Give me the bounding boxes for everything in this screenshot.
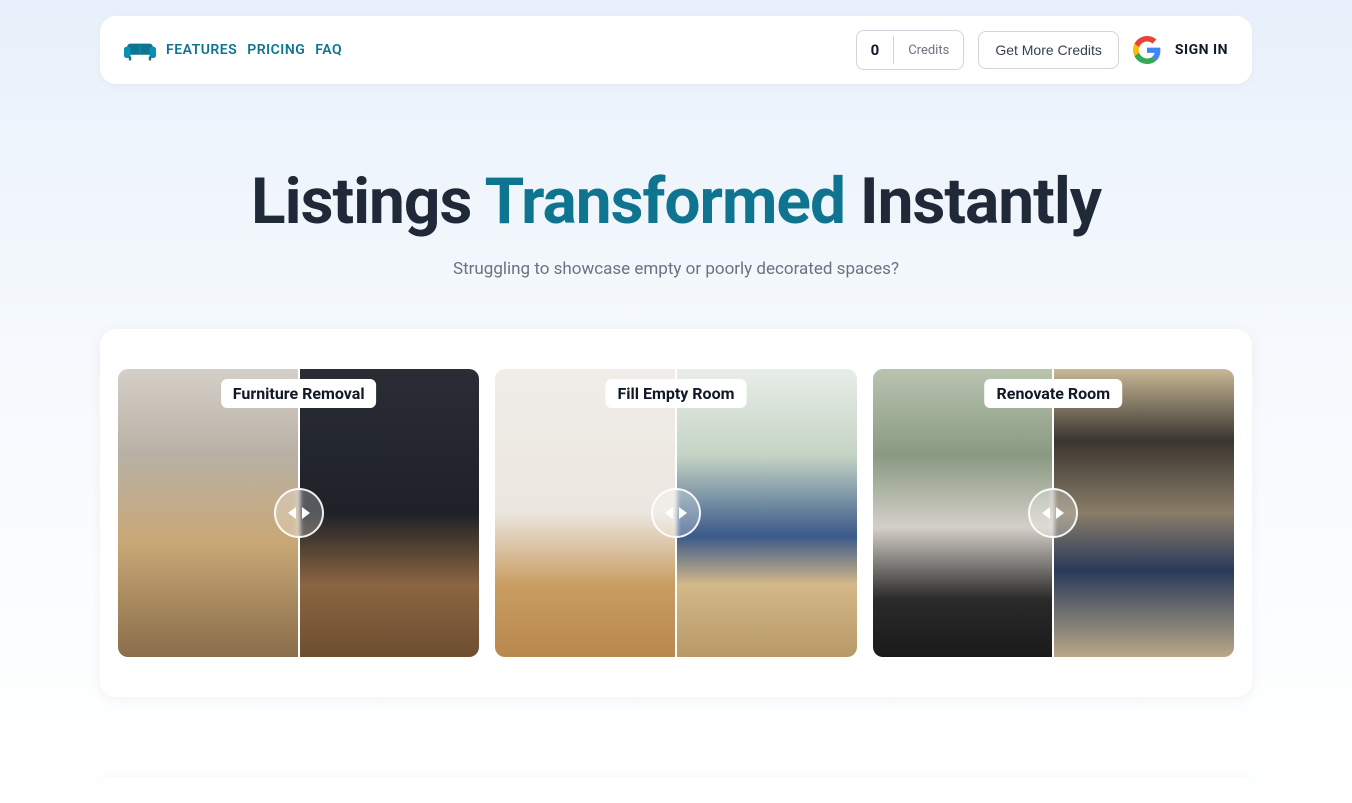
next-section-peek [100, 777, 1252, 787]
google-icon[interactable] [1133, 36, 1161, 64]
hero-title: Listings Transformed Instantly [100, 164, 1252, 239]
hero-subtitle: Struggling to showcase empty or poorly d… [100, 259, 1252, 279]
after-image [300, 369, 480, 657]
card-renovate-room[interactable]: Renovate Room [873, 369, 1234, 657]
before-image [873, 369, 1053, 657]
credits-count: 0 [857, 36, 895, 64]
card-label: Fill Empty Room [606, 379, 747, 408]
nav-link-faq[interactable]: FAQ [315, 42, 342, 58]
credits-display: 0 Credits [856, 30, 965, 70]
after-image [1054, 369, 1234, 657]
hero-title-part2: Instantly [845, 164, 1101, 239]
get-more-credits-button[interactable]: Get More Credits [978, 31, 1119, 69]
hero-title-accent: Transformed [485, 164, 845, 239]
hero-title-part1: Listings [251, 164, 485, 239]
comparison-slider-handle[interactable] [651, 488, 701, 538]
nav-right: 0 Credits Get More Credits SIGN IN [856, 30, 1228, 70]
hero-section: Listings Transformed Instantly Strugglin… [100, 164, 1252, 279]
comparison-cards-panel: Furniture Removal Fill Empty Room [100, 329, 1252, 697]
sofa-logo-icon[interactable] [124, 38, 156, 62]
comparison-slider-handle[interactable] [274, 488, 324, 538]
nav-left: FEATURES PRICING FAQ [124, 38, 342, 62]
before-image [118, 369, 298, 657]
nav-link-features[interactable]: FEATURES [166, 42, 237, 58]
credits-label: Credits [894, 43, 963, 58]
card-label: Furniture Removal [221, 379, 377, 408]
nav-link-pricing[interactable]: PRICING [247, 42, 305, 58]
card-label: Renovate Room [985, 379, 1123, 408]
before-image [495, 369, 675, 657]
sign-in-button[interactable]: SIGN IN [1175, 42, 1228, 58]
card-furniture-removal[interactable]: Furniture Removal [118, 369, 479, 657]
card-fill-empty-room[interactable]: Fill Empty Room [495, 369, 856, 657]
navbar: FEATURES PRICING FAQ 0 Credits Get More … [100, 16, 1252, 84]
after-image [677, 369, 857, 657]
comparison-slider-handle[interactable] [1028, 488, 1078, 538]
